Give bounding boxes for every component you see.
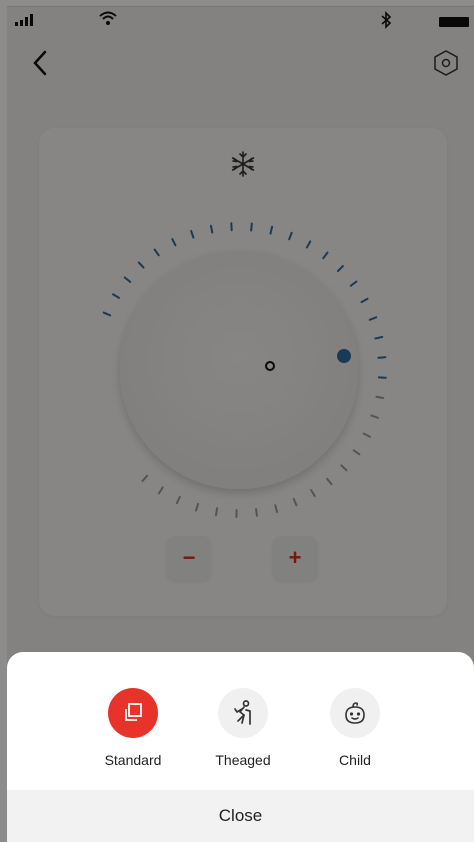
screen: − + Standard Theaged Child Close	[0, 0, 474, 842]
option-label: Child	[339, 752, 371, 768]
standard-mode-icon	[108, 688, 158, 738]
mode-options: Standard Theaged Child	[7, 684, 474, 794]
option-standard[interactable]: Standard	[73, 684, 193, 794]
close-button[interactable]: Close	[7, 790, 474, 842]
option-label: Theaged	[215, 752, 271, 768]
baby-icon	[330, 688, 380, 738]
option-child[interactable]: Child	[295, 684, 415, 794]
elderly-icon	[218, 688, 268, 738]
mode-bottom-sheet: Standard Theaged Child Close	[7, 652, 474, 842]
option-label: Standard	[104, 752, 162, 768]
option-aged[interactable]: Theaged	[183, 684, 303, 794]
